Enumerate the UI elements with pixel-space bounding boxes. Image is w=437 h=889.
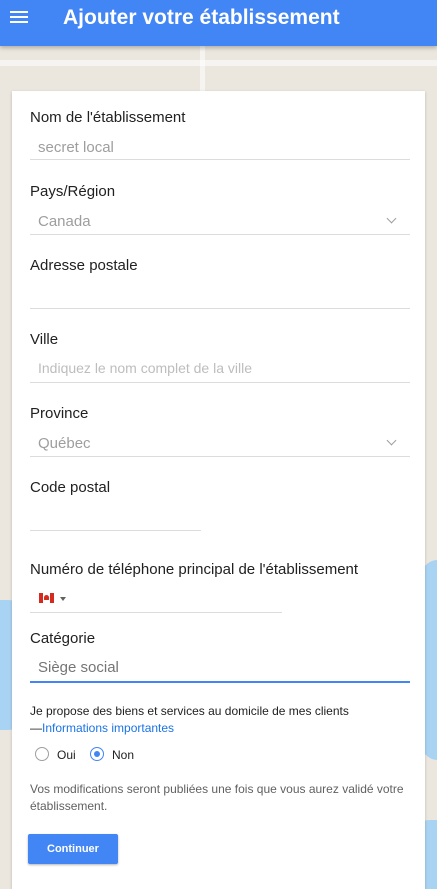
postal-code-underline [30, 530, 201, 531]
page-title: Ajouter votre établissement [63, 6, 340, 29]
phone-field: Numéro de téléphone principal de l'établ… [30, 561, 410, 613]
chevron-down-icon[interactable] [386, 435, 397, 446]
category-label: Catégorie [30, 630, 96, 647]
home-service-question: Je propose des biens et services au domi… [30, 704, 410, 735]
dash: — [30, 721, 42, 735]
province-label: Province [30, 405, 89, 422]
important-info-link[interactable]: Informations importantes [42, 721, 174, 735]
menu-icon[interactable] [10, 11, 28, 25]
address-label: Adresse postale [30, 257, 138, 274]
postal-code-input[interactable] [38, 509, 198, 527]
address-input[interactable] [38, 287, 398, 305]
radio-non[interactable] [90, 747, 104, 761]
continue-button[interactable]: Continuer [28, 834, 118, 864]
province-field: Province Québec [30, 405, 410, 457]
business-name-input[interactable]: secret local [38, 139, 114, 156]
address-field: Adresse postale [30, 257, 410, 309]
province-underline [30, 456, 410, 457]
radio-oui-label[interactable]: Oui [57, 748, 76, 762]
city-input[interactable]: Indiquez le nom complet de la ville [38, 360, 252, 376]
city-underline [30, 382, 410, 383]
phone-input[interactable] [72, 590, 272, 608]
radio-oui[interactable] [35, 747, 49, 761]
publish-notice: Vos modifications seront publiées une fo… [30, 782, 404, 813]
country-select[interactable]: Canada [38, 213, 91, 230]
category-underline [30, 681, 410, 683]
radio-non-label[interactable]: Non [112, 748, 134, 762]
business-name-underline [30, 159, 410, 160]
city-label: Ville [30, 331, 59, 348]
category-input[interactable]: Siège social [38, 659, 119, 676]
app-bar: Ajouter votre établissement [0, 0, 437, 46]
caret-down-icon[interactable] [60, 597, 66, 601]
category-field: Catégorie Siège social [30, 630, 410, 684]
home-service-text: Je propose des biens et services au domi… [30, 704, 349, 718]
address-underline [30, 308, 410, 309]
phone-underline [30, 612, 282, 613]
city-field: Ville Indiquez le nom complet de la vill… [30, 331, 410, 383]
business-name-label: Nom de l'établissement [30, 109, 186, 126]
chevron-down-icon[interactable] [386, 213, 397, 224]
phone-label: Numéro de téléphone principal de l'établ… [30, 561, 359, 578]
business-form: Nom de l'établissement secret local Pays… [12, 91, 425, 889]
business-name-field: Nom de l'établissement secret local [30, 109, 410, 161]
canada-flag-icon[interactable] [39, 593, 54, 603]
country-label: Pays/Région [30, 183, 116, 200]
country-field: Pays/Région Canada [30, 183, 410, 235]
country-underline [30, 234, 410, 235]
province-select[interactable]: Québec [38, 435, 91, 452]
postal-code-field: Code postal [30, 479, 410, 531]
postal-code-label: Code postal [30, 479, 111, 496]
